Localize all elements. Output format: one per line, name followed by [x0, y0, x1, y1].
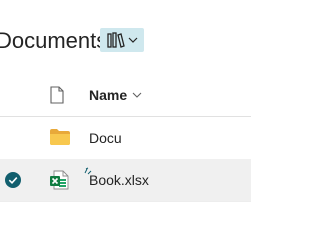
chevron-down-icon [128, 37, 138, 43]
column-header-row: Name [0, 76, 251, 117]
file-name[interactable]: Docu [89, 130, 122, 146]
folder-icon [50, 129, 70, 145]
list-item[interactable]: Book.xlsx [0, 159, 251, 202]
list-item[interactable]: Docu [0, 117, 251, 160]
page-title: Documents [0, 28, 108, 53]
check-circle-icon[interactable] [5, 172, 21, 188]
excel-file-icon [50, 170, 69, 190]
library-books-icon [107, 32, 125, 48]
chevron-down-icon[interactable] [132, 90, 142, 100]
column-header-name[interactable]: Name [89, 87, 127, 103]
title-row: Documents [0, 26, 251, 60]
file-name[interactable]: Book.xlsx [89, 172, 149, 188]
view-switcher-button[interactable] [100, 28, 144, 52]
document-icon[interactable] [50, 86, 64, 104]
